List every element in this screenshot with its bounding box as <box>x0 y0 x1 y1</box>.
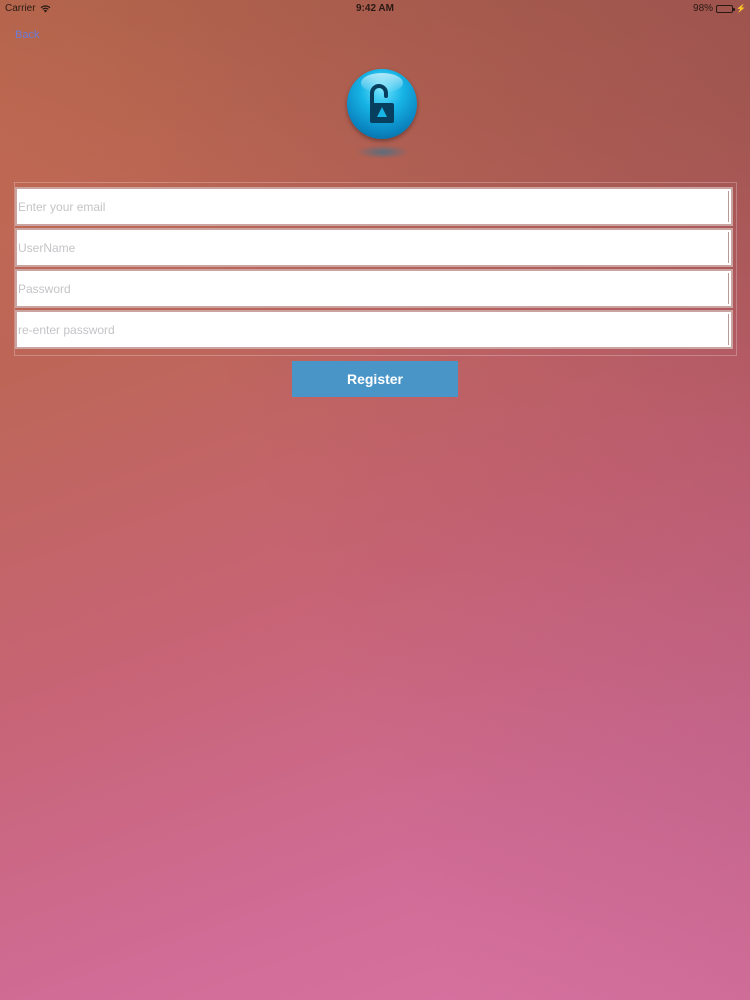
register-button[interactable]: Register <box>292 361 458 397</box>
status-right: 98% ⚡ <box>693 3 746 14</box>
password-input[interactable] <box>17 271 731 306</box>
battery-percent: 98% <box>693 3 714 14</box>
charging-icon: ⚡ <box>736 4 746 13</box>
email-input[interactable] <box>17 189 731 224</box>
logo-reflection <box>356 145 410 159</box>
reenter-password-field-container <box>15 310 733 349</box>
password-field-container <box>15 269 733 308</box>
app-logo <box>347 69 419 169</box>
battery-icon <box>716 4 736 13</box>
status-bar: Carrier 9:42 AM 98% ⚡ <box>0 0 750 16</box>
status-time: 9:42 AM <box>356 3 394 14</box>
username-field-container <box>15 228 733 267</box>
username-input[interactable] <box>17 230 731 265</box>
logo-orb <box>347 69 417 139</box>
open-lock-icon <box>366 83 398 130</box>
reenter-password-input[interactable] <box>17 312 731 347</box>
back-button[interactable]: Back <box>15 29 39 41</box>
email-field-container <box>15 187 733 226</box>
